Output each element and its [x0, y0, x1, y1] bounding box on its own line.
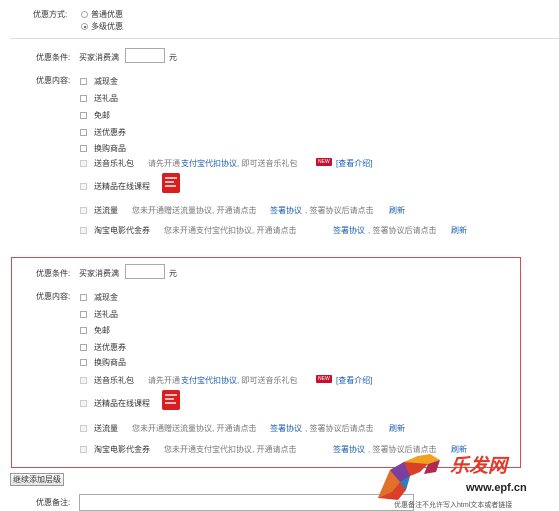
checkbox-movie[interactable] — [80, 227, 87, 234]
traffic-note: 您未开通赠送流量协议, 开通请点击 — [132, 206, 257, 215]
view-intro-link[interactable]: [查看介绍] — [336, 158, 372, 169]
traffic-refresh-link[interactable]: 刷新 — [389, 423, 405, 434]
new-badge: NEW — [316, 375, 332, 383]
method-label: 优惠方式: — [33, 10, 68, 19]
radio-multilevel-label: 多级优惠 — [91, 22, 123, 31]
new-badge: NEW — [316, 158, 332, 166]
traffic-after: , 签署协议后请点击 — [305, 424, 374, 433]
radio-normal-label: 普通优惠 — [91, 10, 123, 19]
content-label: 优惠内容: — [36, 76, 71, 85]
checkbox-exchange[interactable] — [80, 145, 87, 152]
item-free-shipping-label: 免邮 — [94, 111, 110, 120]
checkbox-music[interactable] — [80, 160, 87, 167]
spend-amount-input[interactable] — [125, 264, 165, 279]
music-note-post: , 即可送音乐礼包 — [237, 159, 298, 168]
music-note-pre: 请先开通 — [148, 376, 180, 385]
level-2-highlight — [11, 257, 521, 468]
watermark: 乐发网 www.epf.cn 优惠备注不允许写入html文本或者链接 — [368, 448, 559, 511]
checkbox-movie[interactable] — [80, 446, 87, 453]
item-music-label: 送音乐礼包 — [94, 159, 134, 168]
alipay-agreement-link[interactable]: 支付宝代扣协议 — [181, 158, 237, 169]
item-gift-label: 送礼品 — [94, 94, 118, 103]
red-envelope-icon — [161, 172, 181, 196]
checkbox-music[interactable] — [80, 377, 87, 384]
watermark-url: www.epf.cn — [466, 482, 527, 494]
movie-sign-link[interactable]: 签署协议 — [333, 444, 365, 455]
condition-prefix: 买家消费满 — [79, 269, 119, 278]
watermark-caption: 优惠备注不允许写入html文本或者链接 — [394, 502, 513, 509]
item-coupon-label: 送优惠券 — [94, 343, 126, 352]
music-note-post: , 即可送音乐礼包 — [237, 376, 298, 385]
checkbox-gift[interactable] — [80, 311, 87, 318]
radio-multilevel-discount[interactable] — [81, 23, 88, 30]
add-level-button[interactable]: 继续添加层级 — [10, 473, 64, 486]
watermark-brand: 乐发网 — [450, 456, 508, 477]
checkbox-free-shipping[interactable] — [80, 112, 87, 119]
movie-note: 您未开通支付宝代扣协议, 开通请点击 — [164, 445, 297, 454]
content-label: 优惠内容: — [36, 292, 71, 301]
checkbox-coupon[interactable] — [80, 129, 87, 136]
condition-prefix: 买家消费满 — [79, 53, 119, 62]
item-cash-label: 减现金 — [94, 293, 118, 302]
traffic-sign-link[interactable]: 签署协议 — [270, 423, 302, 434]
item-free-shipping-label: 免邮 — [94, 326, 110, 335]
traffic-refresh-link[interactable]: 刷新 — [389, 205, 405, 216]
item-course-label: 送精品在线课程 — [94, 399, 150, 408]
condition-unit: 元 — [169, 269, 177, 278]
remark-input[interactable] — [79, 494, 414, 511]
item-gift-label: 送礼品 — [94, 310, 118, 319]
condition-unit: 元 — [169, 53, 177, 62]
movie-after: , 签署协议后请点击 — [368, 226, 437, 235]
item-coupon-label: 送优惠券 — [94, 128, 126, 137]
checkbox-course[interactable] — [80, 183, 87, 190]
checkbox-traffic[interactable] — [80, 425, 87, 432]
music-note-pre: 请先开通 — [148, 159, 180, 168]
checkbox-free-shipping[interactable] — [80, 327, 87, 334]
red-envelope-icon — [161, 389, 181, 413]
checkbox-cash[interactable] — [80, 78, 87, 85]
item-traffic-label: 送流量 — [94, 424, 118, 433]
condition-label: 优惠条件: — [36, 53, 71, 62]
movie-note: 您未开通支付宝代扣协议, 开通请点击 — [164, 226, 297, 235]
movie-sign-link[interactable]: 签署协议 — [333, 225, 365, 236]
alipay-agreement-link[interactable]: 支付宝代扣协议 — [181, 375, 237, 386]
movie-refresh-link[interactable]: 刷新 — [451, 225, 467, 236]
traffic-sign-link[interactable]: 签署协议 — [270, 205, 302, 216]
checkbox-exchange[interactable] — [80, 359, 87, 366]
item-exchange-label: 换购商品 — [94, 144, 126, 153]
checkbox-coupon[interactable] — [80, 344, 87, 351]
item-music-label: 送音乐礼包 — [94, 376, 134, 385]
traffic-after: , 签署协议后请点击 — [305, 206, 374, 215]
spend-amount-input[interactable] — [125, 48, 165, 63]
checkbox-cash[interactable] — [80, 294, 87, 301]
condition-label: 优惠条件: — [36, 269, 71, 278]
item-course-label: 送精品在线课程 — [94, 182, 150, 191]
divider — [10, 38, 559, 39]
item-movie-label: 淘宝电影代金券 — [94, 226, 150, 235]
item-exchange-label: 换购商品 — [94, 358, 126, 367]
checkbox-traffic[interactable] — [80, 207, 87, 214]
traffic-note: 您未开通赠送流量协议, 开通请点击 — [132, 424, 257, 433]
item-traffic-label: 送流量 — [94, 206, 118, 215]
remark-label: 优惠备注: — [36, 498, 71, 507]
checkbox-gift[interactable] — [80, 95, 87, 102]
view-intro-link[interactable]: [查看介绍] — [336, 375, 372, 386]
item-movie-label: 淘宝电影代金券 — [94, 445, 150, 454]
radio-normal-discount[interactable] — [81, 11, 88, 18]
item-cash-label: 减现金 — [94, 77, 118, 86]
horse-logo-icon — [370, 452, 448, 506]
checkbox-course[interactable] — [80, 400, 87, 407]
